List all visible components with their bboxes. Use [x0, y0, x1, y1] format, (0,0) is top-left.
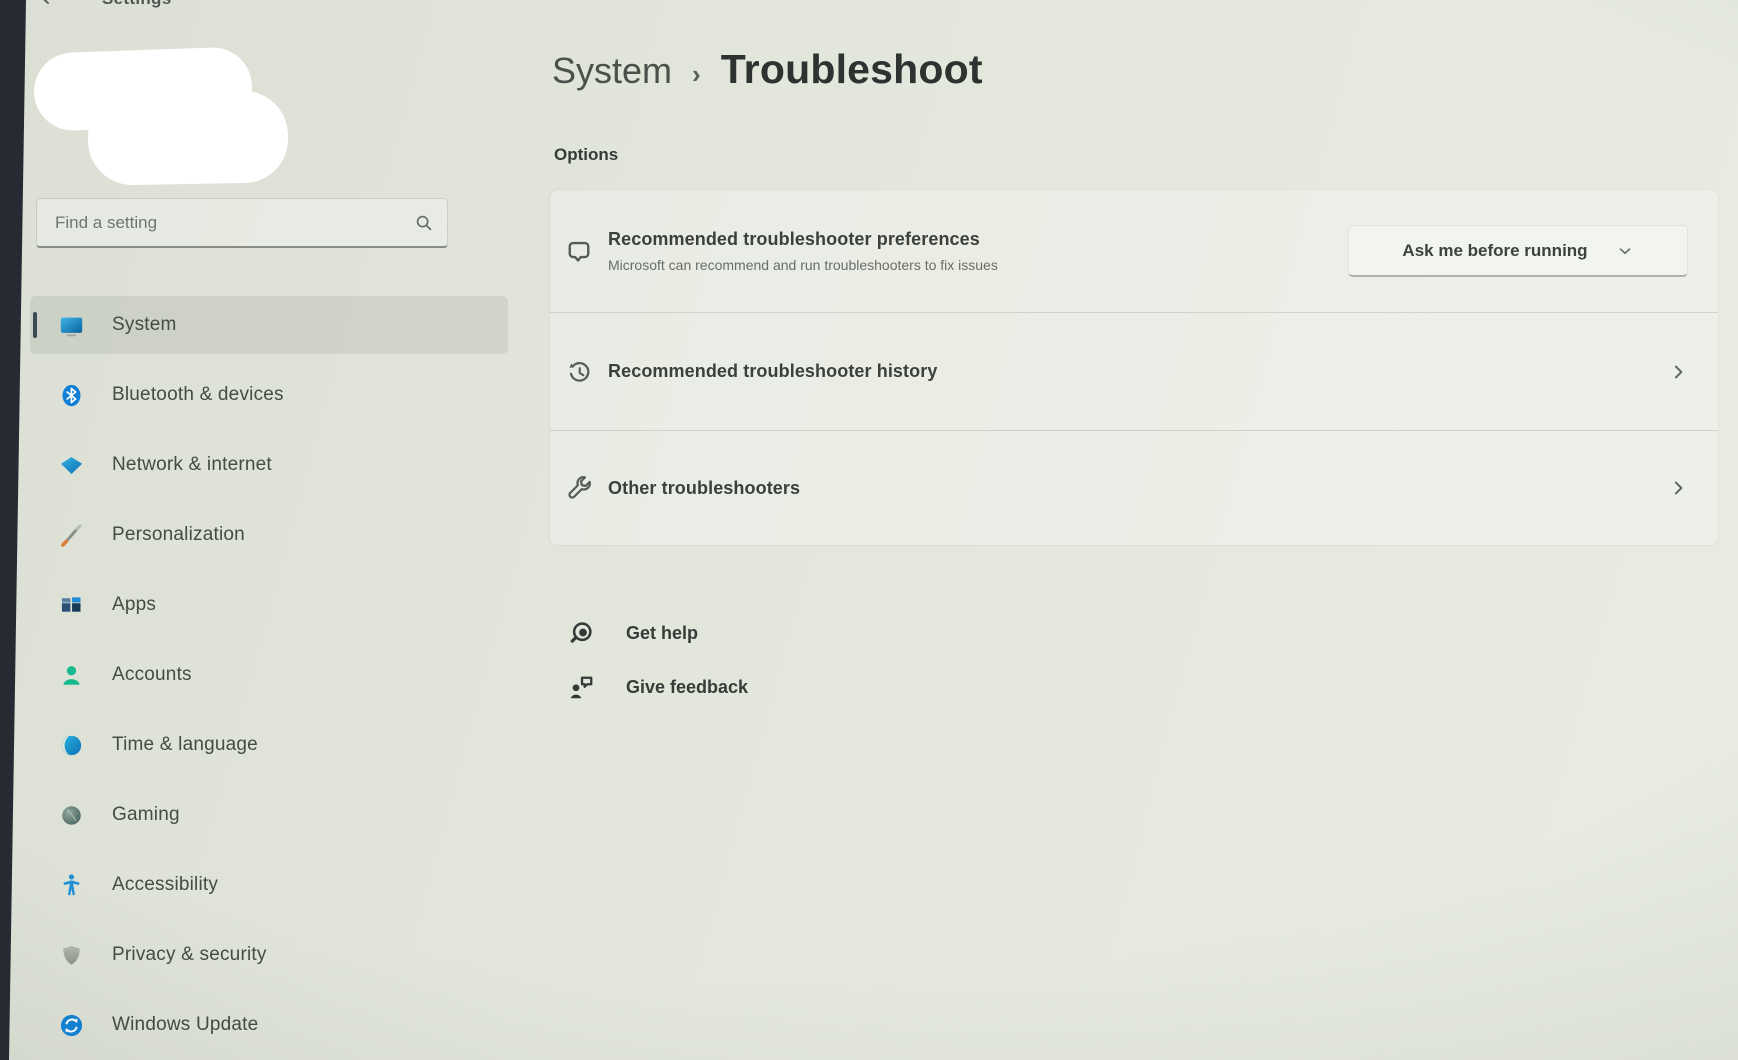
sidebar-item-accounts[interactable]: Accounts [30, 646, 508, 704]
sidebar-item-label: Gaming [112, 804, 180, 825]
card-text-block: Recommended troubleshooter history [608, 361, 937, 382]
preferences-dropdown[interactable]: Ask me before running [1348, 225, 1688, 277]
redaction-blob [87, 90, 289, 186]
history-icon [569, 361, 590, 382]
sidebar-item-network-internet[interactable]: Network & internet [30, 436, 508, 494]
breadcrumb-separator-icon: › [692, 59, 701, 89]
sidebar-item-privacy-security[interactable]: Privacy & security [30, 926, 508, 984]
selection-indicator [33, 312, 37, 338]
get-help-link[interactable]: Get help [566, 616, 748, 650]
page-title: Troubleshoot [720, 46, 983, 92]
window-title: Settings [102, 0, 171, 9]
sidebar-item-label: Time & language [112, 734, 258, 755]
sidebar-item-gaming[interactable]: Gaming [30, 786, 508, 844]
sidebar-item-personalization[interactable]: Personalization [30, 506, 508, 564]
sidebar-item-label: Personalization [112, 524, 245, 545]
breadcrumb: System › Troubleshoot [552, 46, 983, 93]
link-label: Get help [626, 622, 699, 643]
card-title: Recommended troubleshooter history [608, 361, 938, 381]
dropdown-selected-value: Ask me before running [1402, 240, 1588, 260]
sidebar-item-label: Accessibility [112, 874, 219, 895]
card-text-block: Recommended troubleshooter preferences M… [608, 229, 998, 273]
search-input[interactable] [53, 211, 413, 234]
accessibility-icon [63, 873, 80, 895]
bluetooth-icon [62, 384, 81, 406]
sidebar-item-label: Network & internet [112, 454, 272, 475]
chevron-right-icon [1674, 365, 1683, 378]
sidebar-item-label: Apps [112, 594, 157, 615]
search-icon [416, 215, 432, 230]
sidebar-item-system[interactable]: System [30, 296, 508, 354]
feedback-icon [570, 676, 593, 699]
sidebar-item-accessibility[interactable]: Accessibility [30, 856, 508, 914]
card-recommended-troubleshooter-history[interactable]: Recommended troubleshooter history [550, 312, 1718, 430]
titlebar: Settings [38, 0, 171, 11]
back-button[interactable] [38, 0, 62, 11]
network-icon [60, 456, 83, 474]
get-help-icon [570, 622, 592, 643]
accounts-icon [63, 665, 80, 685]
personalization-icon [61, 523, 82, 547]
card-title: Recommended troubleshooter preferences [608, 229, 980, 249]
sidebar-item-bluetooth-devices[interactable]: Bluetooth & devices [30, 366, 508, 424]
options-card-group: Recommended troubleshooter preferences M… [550, 190, 1718, 545]
link-label: Give feedback [626, 676, 749, 697]
sidebar-item-label: Privacy & security [112, 944, 267, 965]
time-language-icon [61, 735, 82, 755]
search-box[interactable] [36, 198, 448, 248]
card-recommended-troubleshooter-preferences: Recommended troubleshooter preferences M… [550, 190, 1718, 312]
sidebar-nav: System Bluetooth & devices Network & int… [30, 296, 508, 1060]
sidebar-item-apps[interactable]: Apps [30, 576, 508, 634]
comment-icon [568, 241, 590, 262]
sidebar-item-label: Bluetooth & devices [112, 384, 284, 405]
settings-window: Settings System Bluetooth & devices [0, 0, 1738, 1060]
footer-links: Get help Give feedback [566, 616, 748, 724]
options-section-label: Options [554, 145, 619, 164]
windows-update-icon [60, 1014, 83, 1036]
back-arrow-icon [43, 0, 49, 4]
screen-bezel [0, 0, 26, 1060]
wrench-icon [568, 476, 591, 499]
sidebar-item-label: System [112, 314, 177, 335]
card-text-block: Other troubleshooters [608, 478, 800, 499]
sidebar-item-label: Windows Update [112, 1014, 259, 1035]
sidebar-item-label: Accounts [112, 664, 192, 685]
system-icon [60, 317, 83, 336]
chevron-right-icon [1674, 481, 1683, 495]
gaming-icon [62, 805, 81, 825]
card-subtitle: Microsoft can recommend and run troubles… [608, 257, 998, 273]
privacy-shield-icon [63, 945, 80, 965]
sidebar-item-time-language[interactable]: Time & language [30, 716, 508, 774]
card-other-troubleshooters[interactable]: Other troubleshooters [550, 430, 1718, 545]
chevron-down-icon [1619, 247, 1630, 254]
card-title: Other troubleshooters [608, 477, 801, 498]
apps-icon [61, 596, 81, 612]
give-feedback-link[interactable]: Give feedback [566, 670, 748, 704]
breadcrumb-system[interactable]: System [552, 50, 672, 92]
sidebar-item-windows-update[interactable]: Windows Update [30, 996, 508, 1054]
